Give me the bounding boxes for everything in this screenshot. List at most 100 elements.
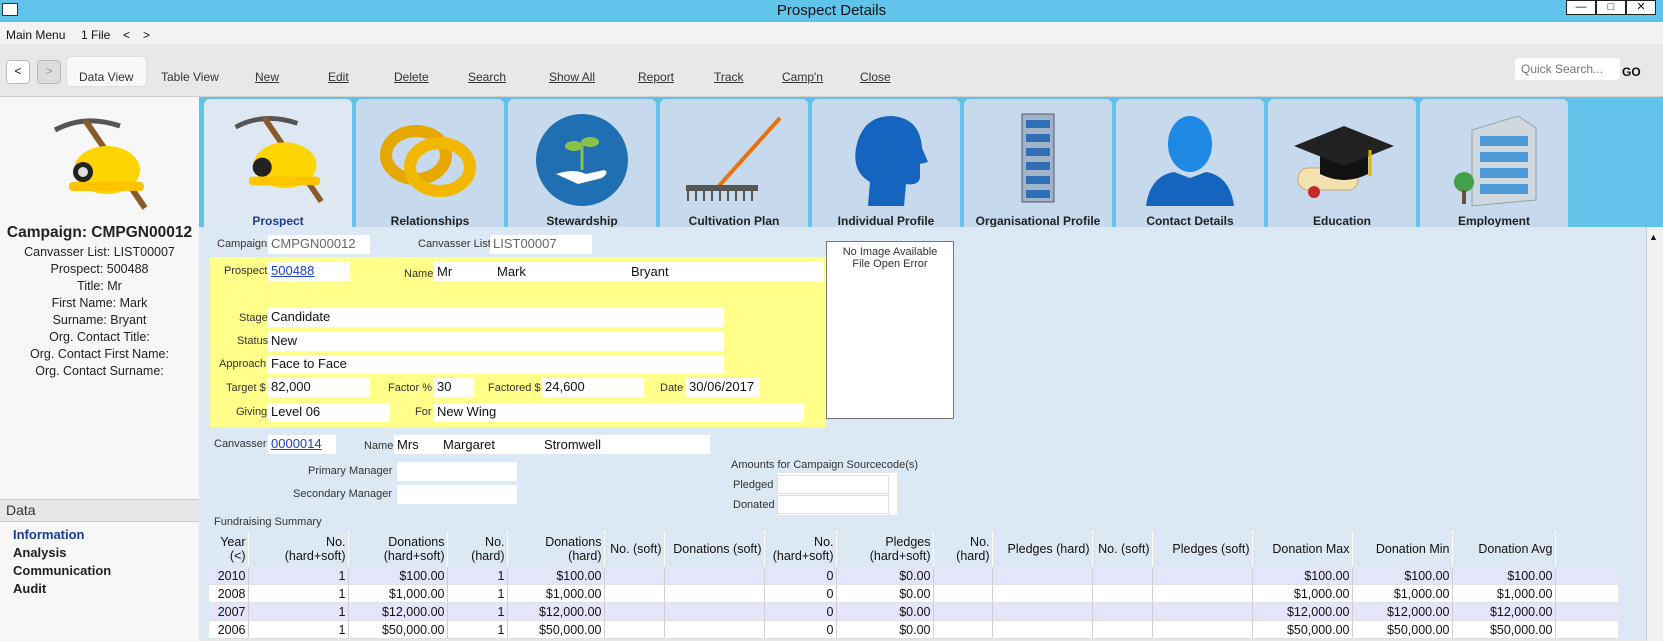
toolbar — [0, 44, 1663, 97]
column-header[interactable]: Pledges Max — [1555, 531, 1618, 567]
building-icon — [1021, 113, 1055, 203]
pledged-field[interactable] — [777, 475, 889, 494]
canvasser-title: Mrs — [397, 437, 419, 452]
column-header[interactable]: No. (hard) — [933, 531, 993, 567]
sidebar-link-audit[interactable]: Audit — [13, 581, 46, 596]
close-button[interactable]: Close — [860, 70, 891, 84]
show-all-button[interactable]: Show All — [549, 70, 595, 84]
column-header[interactable]: No. (hard+soft) — [764, 531, 837, 567]
prospect-field[interactable]: 500488 — [268, 262, 350, 281]
maximize-icon[interactable]: □ — [1596, 0, 1626, 15]
search-button[interactable]: Search — [468, 70, 506, 84]
data-view-button[interactable]: Data View — [79, 70, 133, 84]
primary-manager-label: Primary Manager — [308, 465, 393, 477]
menu-main-menu[interactable]: Main Menu — [6, 28, 65, 42]
column-header[interactable]: Donation Max — [1252, 531, 1353, 567]
campaign-field[interactable]: CMPGN00012 — [268, 235, 370, 254]
prospect-link[interactable]: 500488 — [271, 263, 314, 278]
table-view-button[interactable]: Table View — [161, 70, 219, 84]
column-header[interactable]: No. (hard+soft) — [248, 531, 349, 567]
sidebar-link-communication[interactable]: Communication — [13, 563, 111, 578]
table-cell — [1152, 602, 1253, 621]
column-header[interactable]: No. (hard) — [447, 531, 508, 567]
canvasser-list-field[interactable]: LIST00007 — [490, 235, 592, 254]
table-cell — [992, 602, 1093, 621]
column-header[interactable]: Pledges (soft) — [1152, 531, 1253, 567]
approach-label: Approach — [219, 358, 267, 370]
factored-label: Factored $ — [488, 382, 541, 394]
column-header[interactable]: Year (<) — [209, 531, 249, 567]
target-field[interactable]: 82,000 — [268, 378, 370, 397]
secondary-manager-field[interactable] — [397, 485, 517, 504]
table-cell — [1092, 620, 1153, 639]
primary-manager-field[interactable] — [397, 462, 517, 481]
table-cell — [992, 567, 1093, 585]
pledged-label: Pledged — [733, 479, 774, 491]
table-row[interactable]: 2007 1 $12,000.00 1 $12,000.00 0 $0.00 $12,000.… — [209, 602, 1618, 621]
giving-field[interactable]: Level 06 — [268, 403, 390, 422]
donated-field[interactable] — [777, 495, 889, 514]
factored-field[interactable]: 24,600 — [542, 378, 644, 397]
table-cell: 0 — [764, 602, 837, 621]
nav-forward-button[interactable]: > — [37, 60, 61, 84]
date-field[interactable]: 30/06/2017 — [686, 378, 760, 397]
file-error-text: File Open Error — [852, 258, 928, 270]
sidebar-link-analysis[interactable]: Analysis — [13, 545, 66, 560]
column-header[interactable]: No. (soft) — [604, 531, 665, 567]
table-row[interactable]: 2008 1 $1,000.00 1 $1,000.00 0 $0.00 $1,000.00 $… — [209, 584, 1618, 603]
stage-field[interactable]: Candidate — [268, 308, 724, 327]
quick-search-input[interactable] — [1515, 58, 1620, 80]
for-label: For — [415, 406, 432, 418]
tab-employment-label: Employment — [1457, 214, 1530, 228]
canvasser-field[interactable]: 0000014 — [268, 435, 336, 454]
factor-field[interactable]: 30 — [434, 378, 474, 397]
column-header[interactable]: No. (soft) — [1092, 531, 1153, 567]
delete-button[interactable]: Delete — [394, 70, 429, 84]
for-field[interactable]: New Wing — [434, 403, 804, 422]
column-header[interactable]: Donations (soft) — [664, 531, 765, 567]
table-row[interactable]: 2010 1 $100.00 1 $100.00 0 $0.00 $100.00 $100.00… — [209, 567, 1618, 585]
menu-file[interactable]: 1 File — [81, 28, 110, 42]
menu-forward[interactable]: > — [143, 28, 150, 42]
vertical-scrollbar[interactable] — [1646, 227, 1663, 641]
approach-field[interactable]: Face to Face — [268, 355, 724, 374]
canvasser-link[interactable]: 0000014 — [271, 436, 322, 451]
fundraising-summary-table: Year (<) No. (hard+soft) Donations (hard+s… — [209, 531, 1618, 639]
table-cell: $0.00 — [836, 602, 934, 621]
minimize-icon[interactable]: — — [1566, 0, 1596, 15]
report-button[interactable]: Report — [638, 70, 674, 84]
column-header[interactable]: Donations (hard) — [507, 531, 605, 567]
column-header[interactable]: Donation Avg — [1452, 531, 1556, 567]
menu-bar — [0, 22, 1663, 44]
canvasser-label: Canvasser — [214, 438, 267, 450]
go-button[interactable]: GO — [1622, 65, 1641, 79]
table-cell — [1555, 620, 1618, 639]
campn-button[interactable]: Camp'n — [782, 70, 823, 84]
prospect-first-name: Mark — [497, 264, 526, 279]
table-cell: $50,000.00 — [1252, 620, 1353, 639]
prospect-name-field[interactable] — [434, 262, 824, 281]
canvasser-surname: Stromwell — [544, 437, 602, 452]
table-cell — [992, 620, 1093, 639]
column-header[interactable]: Pledges (hard+soft) — [836, 531, 934, 567]
close-icon[interactable]: ✕ — [1626, 0, 1656, 15]
plant-hand-icon — [536, 114, 628, 206]
track-button[interactable]: Track — [714, 70, 744, 84]
campaign-label: Campaign — [217, 238, 268, 250]
nav-back-button[interactable]: < — [6, 60, 30, 84]
new-button[interactable]: New — [255, 70, 279, 84]
sidebar-link-information[interactable]: Information — [13, 527, 85, 542]
edit-button[interactable]: Edit — [328, 70, 349, 84]
canvasser-name-label: Name — [364, 440, 394, 452]
status-field[interactable]: New — [268, 332, 724, 351]
campaign-title: Campaign: CMPGN00012 — [6, 224, 193, 241]
office-building-icon — [1454, 115, 1537, 207]
column-header[interactable]: Pledges (hard) — [992, 531, 1093, 567]
date-label: Date — [660, 382, 684, 394]
column-header[interactable]: Donation Min — [1352, 531, 1453, 567]
table-row[interactable]: 2006 1 $50,000.00 1 $50,000.00 0 $0.00 $50,000.… — [209, 620, 1618, 639]
table-cell: $12,000.00 — [1452, 602, 1556, 621]
scroll-up-icon[interactable]: ▲ — [1649, 232, 1658, 242]
column-header[interactable]: Donations (hard+soft) — [348, 531, 448, 567]
menu-back[interactable]: < — [123, 28, 130, 42]
